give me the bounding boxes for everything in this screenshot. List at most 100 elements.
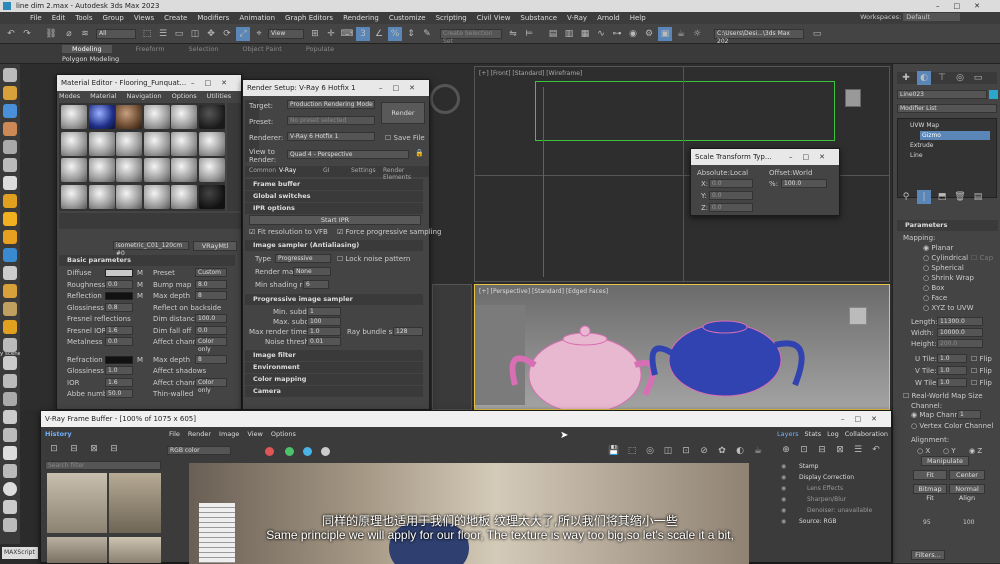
scene-explorer-icon[interactable]: ▤ bbox=[546, 27, 560, 41]
tool-icon-d[interactable] bbox=[3, 428, 17, 442]
folder-icon[interactable]: ▭ bbox=[810, 27, 824, 41]
param-right-value[interactable]: 8.0 bbox=[195, 279, 227, 289]
max-subdivs-field[interactable]: 100 bbox=[307, 317, 341, 326]
window-crossing-icon[interactable]: ◫ bbox=[188, 27, 202, 41]
ies-light-icon[interactable] bbox=[3, 320, 17, 334]
ribbon-toggle-icon[interactable]: ▦ bbox=[578, 27, 592, 41]
modifier-stack-item[interactable]: Gizmo bbox=[920, 131, 990, 140]
curve-editor-icon[interactable]: ∿ bbox=[594, 27, 608, 41]
center-button[interactable]: Center bbox=[949, 470, 985, 480]
u-tile-field[interactable]: 1.0 bbox=[937, 354, 967, 363]
abs-z-field[interactable]: 0.0 bbox=[709, 203, 753, 212]
image-sampler-section[interactable]: Image sampler (Antialiasing) bbox=[245, 240, 423, 251]
load-layer-icon[interactable]: ⊟ bbox=[815, 443, 829, 457]
scale-transform-titlebar[interactable]: Scale Transform Typ... –□✕ bbox=[691, 149, 839, 165]
render-setup-window[interactable]: Render Setup: V-Ray 6 Hotfix 1 –□✕ Target… bbox=[242, 79, 442, 410]
render-tab-common[interactable]: Common bbox=[249, 167, 276, 174]
param-right-value[interactable]: Custom bbox=[195, 268, 227, 277]
render-tab-v-ray[interactable]: V-Ray bbox=[279, 167, 296, 174]
remove-modifier-icon[interactable]: 🗑 bbox=[953, 190, 967, 204]
parameters-section[interactable]: Parameters bbox=[897, 220, 998, 231]
height-field[interactable]: 200.0 bbox=[937, 339, 983, 348]
render-button[interactable]: Render bbox=[381, 102, 425, 124]
channel-select[interactable]: RGB color bbox=[167, 446, 231, 455]
viewport-nav-circle[interactable] bbox=[430, 84, 460, 114]
menu-scripting[interactable]: Scripting bbox=[436, 14, 467, 22]
lock-icon[interactable]: 🔒 bbox=[415, 149, 424, 157]
u-flip-checkbox[interactable]: ☐ Flip bbox=[971, 355, 992, 363]
top-viewport[interactable] bbox=[432, 284, 472, 410]
menu-help[interactable]: Help bbox=[630, 14, 646, 22]
param-value[interactable]: 0.8 bbox=[105, 302, 133, 312]
compare-ab-icon[interactable]: ⊠ bbox=[87, 442, 101, 456]
tool-icon-b[interactable] bbox=[3, 392, 17, 406]
frame-buffer-section[interactable]: Frame buffer bbox=[245, 179, 423, 190]
save-history-icon[interactable]: ⊡ bbox=[47, 442, 61, 456]
delete-history-icon[interactable]: ⊟ bbox=[107, 442, 121, 456]
load-history-icon[interactable]: ⊟ bbox=[67, 442, 81, 456]
param-right-value[interactable]: 100.0 bbox=[195, 314, 227, 323]
window-controls[interactable]: –□✕ bbox=[379, 80, 425, 96]
menu-customize[interactable]: Customize bbox=[389, 14, 426, 22]
vfb-menu-view[interactable]: View bbox=[247, 430, 262, 438]
render-tab-gi[interactable]: GI bbox=[323, 167, 329, 174]
material-sample-slot[interactable] bbox=[88, 131, 115, 156]
window-controls[interactable]: –□✕ bbox=[936, 0, 994, 12]
modifier-stack-item[interactable]: Line bbox=[908, 151, 994, 160]
fit-button[interactable]: Fit bbox=[913, 470, 947, 480]
vray-proxy-icon[interactable] bbox=[3, 248, 17, 262]
menu-tools[interactable]: Tools bbox=[75, 14, 92, 22]
ribbon-tab-modeling[interactable]: Modeling bbox=[62, 45, 112, 53]
param-right-value[interactable]: 8 bbox=[195, 291, 227, 300]
mapping-radio[interactable]: ○ XYZ to UVW bbox=[923, 304, 974, 312]
list-icon[interactable]: ☰ bbox=[851, 443, 865, 457]
undo-icon[interactable]: ↶ bbox=[869, 443, 883, 457]
material-sample-slot[interactable] bbox=[61, 105, 87, 129]
teapot-icon[interactable] bbox=[3, 68, 17, 82]
torus-icon[interactable] bbox=[3, 158, 17, 172]
param-value[interactable]: 0.0 bbox=[105, 279, 133, 289]
unlink-icon[interactable]: ⌀ bbox=[62, 27, 76, 41]
mapping-radio[interactable]: ○ Box bbox=[923, 284, 944, 292]
param-value[interactable]: 0.0 bbox=[105, 337, 133, 346]
perspective-viewport[interactable]: [+] [Perspective] [Standard] [Edged Face… bbox=[474, 284, 890, 410]
move-icon[interactable]: ✥ bbox=[204, 27, 218, 41]
render-ipr-icon[interactable]: ☼ bbox=[690, 27, 704, 41]
menu-create[interactable]: Create bbox=[164, 14, 187, 22]
color-swatch[interactable] bbox=[105, 355, 133, 364]
material-editor-icon[interactable]: ◉ bbox=[626, 27, 640, 41]
modifier-stack-item[interactable]: UVW Map bbox=[908, 121, 994, 130]
layer-item[interactable]: ◉ Sharpen/Blur bbox=[777, 494, 889, 505]
eye-icon[interactable]: ◉ bbox=[781, 494, 786, 505]
vray-fur-icon[interactable] bbox=[3, 266, 17, 280]
menu-graph-editors[interactable]: Graph Editors bbox=[285, 14, 333, 22]
me-menu-utilities[interactable]: Utilities bbox=[207, 92, 231, 100]
material-sample-slot[interactable] bbox=[61, 131, 87, 156]
sphere-icon[interactable] bbox=[3, 86, 17, 100]
axis-y-radio[interactable]: ○ Y bbox=[943, 447, 956, 455]
width-field[interactable]: 10000.0 bbox=[937, 328, 983, 337]
eye-icon[interactable]: ◉ bbox=[781, 472, 786, 483]
param-value[interactable]: 1.6 bbox=[105, 325, 133, 335]
workspace[interactable]: Workspaces: Default bbox=[860, 13, 960, 21]
material-sample-slot[interactable] bbox=[61, 158, 87, 182]
keyboard-shortcut-icon[interactable]: ⌨ bbox=[340, 27, 354, 41]
ribbon-tab-object-paint[interactable]: Object Paint bbox=[243, 45, 282, 53]
color-swatch[interactable] bbox=[105, 269, 133, 277]
vfb-menu-file[interactable]: File bbox=[169, 430, 180, 438]
ribbon-subtab[interactable]: Polygon Modeling bbox=[62, 55, 119, 63]
stop-render-icon[interactable]: ⊘ bbox=[697, 444, 711, 458]
param-value[interactable]: 50.0 bbox=[105, 389, 133, 398]
material-sample-slot[interactable] bbox=[143, 184, 170, 209]
material-sample-slot[interactable] bbox=[171, 131, 197, 156]
material-sample-slot[interactable] bbox=[198, 131, 225, 156]
select-by-name-icon[interactable]: ☰ bbox=[156, 27, 170, 41]
ribbon-tab-selection[interactable]: Selection bbox=[189, 45, 219, 53]
delete-layer-icon[interactable]: ⊠ bbox=[833, 443, 847, 457]
modify-tab-icon[interactable]: ◐ bbox=[917, 71, 931, 85]
me-menu-modes[interactable]: Modes bbox=[59, 92, 80, 100]
angle-snap-icon[interactable]: ∠ bbox=[372, 27, 386, 41]
material-sample-slot[interactable] bbox=[88, 105, 115, 129]
renderer-select[interactable]: V-Ray 6 Hotfix 1 bbox=[287, 132, 375, 141]
view-to-render-select[interactable]: Quad 4 - Perspective bbox=[287, 150, 409, 159]
